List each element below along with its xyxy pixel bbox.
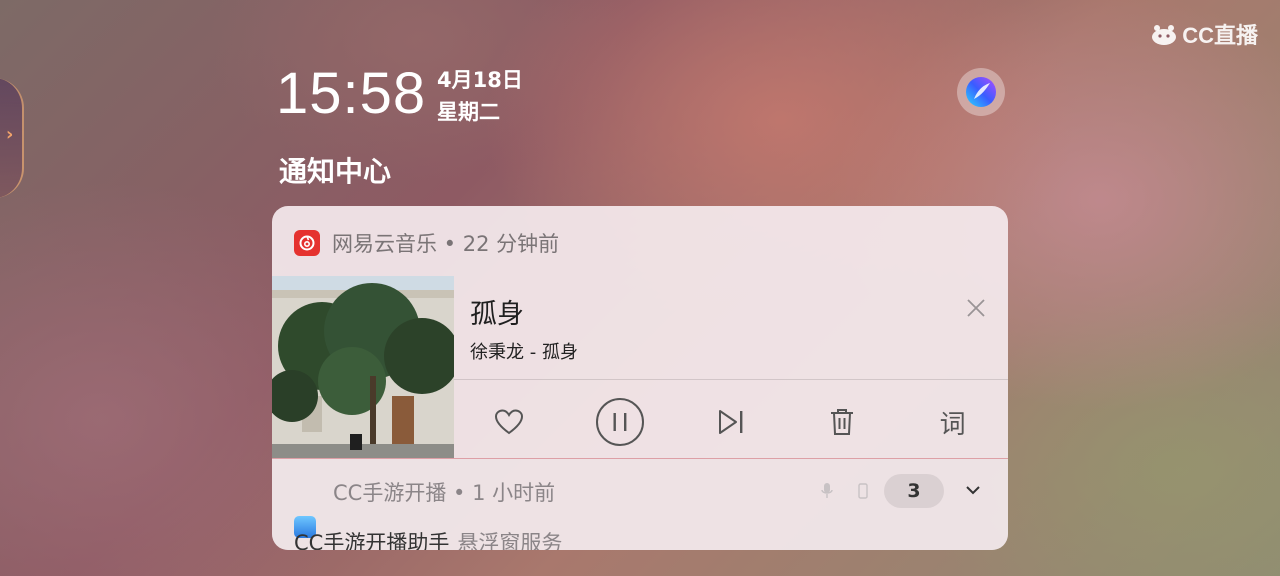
music-notification-meta: 网易云音乐 • 22 分钟前: [332, 228, 559, 258]
brand-logo-icon: [1152, 25, 1177, 45]
skip-next-icon[interactable]: [703, 394, 759, 450]
song-title: 孤身: [470, 299, 524, 330]
brand-label: CC直播: [1182, 23, 1258, 48]
divider: [454, 379, 1008, 380]
close-icon[interactable]: [962, 294, 990, 322]
notification-center-title: 通知中心: [279, 155, 392, 188]
notification-card: 网易云音乐 • 22 分钟前 孤身 徐秉龙 - 孤身 词 CC手游开播 • 1 …: [272, 206, 1008, 550]
lockscreen-weekday: 星期二: [437, 100, 500, 124]
notification-count-badge[interactable]: 3: [884, 474, 944, 508]
music-notification-header[interactable]: 网易云音乐 • 22 分钟前: [294, 228, 559, 258]
music-time-ago: 22 分钟前: [462, 232, 560, 256]
lyrics-button[interactable]: 词: [925, 394, 981, 450]
brand-watermark: CC直播: [1150, 18, 1258, 50]
cc-notification-body: CC手游开播助手 悬浮窗服务: [294, 527, 562, 550]
lockscreen-date-block: 4月18日 星期二: [437, 64, 523, 128]
heart-icon[interactable]: [481, 394, 537, 450]
cc-notification-meta: CC手游开播 • 1 小时前: [333, 477, 555, 507]
microphone-icon: [821, 483, 833, 498]
lockscreen-clock: 15:58: [276, 61, 427, 126]
cc-notification[interactable]: CC手游开播 • 1 小时前 3 CC手游开播助手 悬浮窗服务: [272, 459, 1008, 550]
trash-icon[interactable]: [814, 394, 870, 450]
cc-body-title: CC手游开播助手: [294, 531, 450, 550]
music-app-name: 网易云音乐: [332, 232, 437, 256]
netease-music-app-icon: [294, 230, 320, 256]
cc-body-subtitle: 悬浮窗服务: [457, 531, 563, 550]
meta-separator: •: [446, 481, 473, 505]
playback-controls: 词: [454, 386, 1008, 458]
meta-separator: •: [437, 232, 463, 256]
album-art[interactable]: [272, 276, 454, 458]
phone-icon: [858, 483, 868, 499]
cc-app-name: CC手游开播: [333, 481, 447, 505]
chevron-right-icon[interactable]: ›: [6, 124, 13, 145]
cc-time-ago: 1 小时前: [472, 481, 556, 505]
song-artist: 徐秉龙 - 孤身: [470, 342, 578, 363]
assistant-orb-icon: [966, 77, 996, 107]
lockscreen-date: 4月18日: [437, 68, 523, 92]
album-cover-image: [272, 276, 454, 458]
pause-icon[interactable]: [592, 394, 648, 450]
assistant-icon[interactable]: [957, 68, 1005, 116]
chevron-down-icon[interactable]: [962, 479, 984, 501]
